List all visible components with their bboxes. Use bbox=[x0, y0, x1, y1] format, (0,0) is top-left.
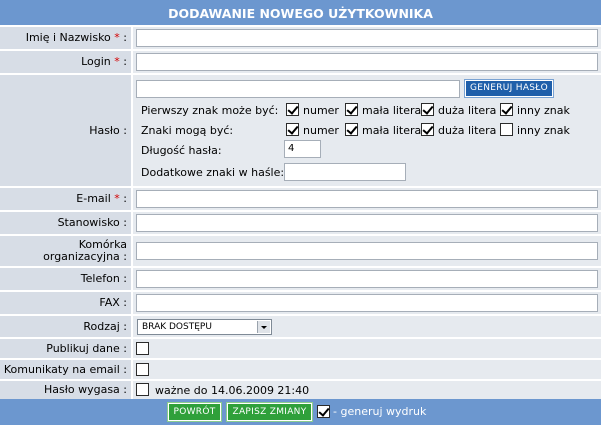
password-expire-checkbox[interactable] bbox=[136, 383, 149, 396]
row-unit: Komórka organizacyjna : bbox=[0, 236, 601, 266]
chars-other-label: inny znak bbox=[517, 124, 570, 137]
extra-chars-input[interactable] bbox=[284, 163, 406, 181]
first-char-other-checkbox[interactable] bbox=[500, 103, 513, 116]
row-password-expire: Hasło wygasa : ważne do 14.06.2009 21:40 bbox=[0, 381, 601, 399]
type-label: Rodzaj : bbox=[0, 316, 131, 337]
chars-lowercase-label: mała litera bbox=[362, 124, 422, 137]
chars-label: Znaki mogą być: bbox=[141, 124, 234, 137]
fax-label: FAX : bbox=[0, 292, 131, 314]
password-expire-label: Hasło wygasa : bbox=[0, 381, 131, 399]
user-form: DODAWANIE NOWEGO UŻYTKOWNIKA Imię i Nazw… bbox=[0, 0, 601, 425]
first-char-uppercase-checkbox[interactable] bbox=[421, 103, 434, 116]
row-email-notifications: Komunikaty na email : bbox=[0, 360, 601, 379]
back-button[interactable]: POWRÓT bbox=[167, 402, 222, 422]
chars-other-checkbox[interactable] bbox=[500, 123, 513, 136]
position-label: Stanowisko : bbox=[0, 212, 131, 234]
chars-lowercase-checkbox[interactable] bbox=[345, 123, 358, 136]
first-char-label: Pierwszy znak może być: bbox=[141, 104, 279, 117]
row-position: Stanowisko : bbox=[0, 212, 601, 234]
first-char-number-checkbox[interactable] bbox=[286, 103, 299, 116]
first-char-lowercase-checkbox[interactable] bbox=[345, 103, 358, 116]
row-full-name: Imię i Nazwisko * : bbox=[0, 27, 601, 49]
generate-printout-label: - generuj wydruk bbox=[333, 405, 427, 418]
type-select-value: BRAK DOSTĘPU bbox=[142, 322, 212, 332]
length-label: Długość hasła: bbox=[141, 144, 222, 157]
fax-input[interactable] bbox=[136, 294, 598, 312]
chars-uppercase-checkbox[interactable] bbox=[421, 123, 434, 136]
generate-password-button[interactable]: GENERUJ HASŁO bbox=[464, 79, 554, 98]
chevron-down-icon[interactable] bbox=[257, 321, 270, 333]
row-publish: Publikuj dane : bbox=[0, 339, 601, 358]
row-phone: Telefon : bbox=[0, 268, 601, 290]
phone-label: Telefon : bbox=[0, 268, 131, 290]
length-input[interactable]: 4 bbox=[284, 140, 321, 158]
password-expire-text: ważne do 14.06.2009 21:40 bbox=[155, 384, 310, 397]
generate-printout-checkbox[interactable] bbox=[317, 405, 330, 418]
row-type: Rodzaj : bbox=[0, 316, 601, 337]
row-login: Login * : bbox=[0, 51, 601, 73]
save-button[interactable]: ZAPISZ ZMIANY bbox=[226, 402, 313, 422]
unit-label: Komórka organizacyjna : bbox=[0, 236, 131, 266]
form-footer: POWRÓT ZAPISZ ZMIANY - generuj wydruk bbox=[0, 399, 601, 425]
publish-checkbox[interactable] bbox=[136, 342, 149, 355]
full-name-label: Imię i Nazwisko * : bbox=[0, 27, 131, 49]
chars-number-label: numer bbox=[303, 124, 339, 137]
unit-input[interactable] bbox=[136, 242, 598, 260]
first-char-uppercase-label: duża litera bbox=[438, 104, 497, 117]
login-label: Login * : bbox=[0, 51, 131, 73]
first-char-lowercase-label: mała litera bbox=[362, 104, 422, 117]
first-char-other-label: inny znak bbox=[517, 104, 570, 117]
publish-label: Publikuj dane : bbox=[0, 339, 131, 358]
phone-input[interactable] bbox=[136, 270, 598, 288]
row-email: E-mail * : bbox=[0, 188, 601, 210]
login-input[interactable] bbox=[136, 53, 598, 71]
email-notifications-label: Komunikaty na email : bbox=[0, 360, 131, 379]
first-char-number-label: numer bbox=[303, 104, 339, 117]
password-label: Hasło : bbox=[0, 75, 131, 186]
chars-number-checkbox[interactable] bbox=[286, 123, 299, 136]
email-label: E-mail * : bbox=[0, 188, 131, 210]
email-notifications-checkbox[interactable] bbox=[136, 363, 149, 376]
chars-uppercase-label: duża litera bbox=[438, 124, 497, 137]
password-input[interactable] bbox=[136, 80, 460, 98]
row-password: Hasło : GENERUJ HASŁO Pierwszy znak może… bbox=[0, 75, 601, 186]
row-fax: FAX : bbox=[0, 292, 601, 314]
email-input[interactable] bbox=[136, 190, 598, 208]
full-name-input[interactable] bbox=[136, 29, 598, 47]
form-title: DODAWANIE NOWEGO UŻYTKOWNIKA bbox=[0, 0, 601, 25]
position-input[interactable] bbox=[136, 214, 598, 232]
extra-chars-label: Dodatkowe znaki w haśle: bbox=[141, 166, 285, 179]
type-select[interactable]: BRAK DOSTĘPU bbox=[137, 319, 272, 335]
